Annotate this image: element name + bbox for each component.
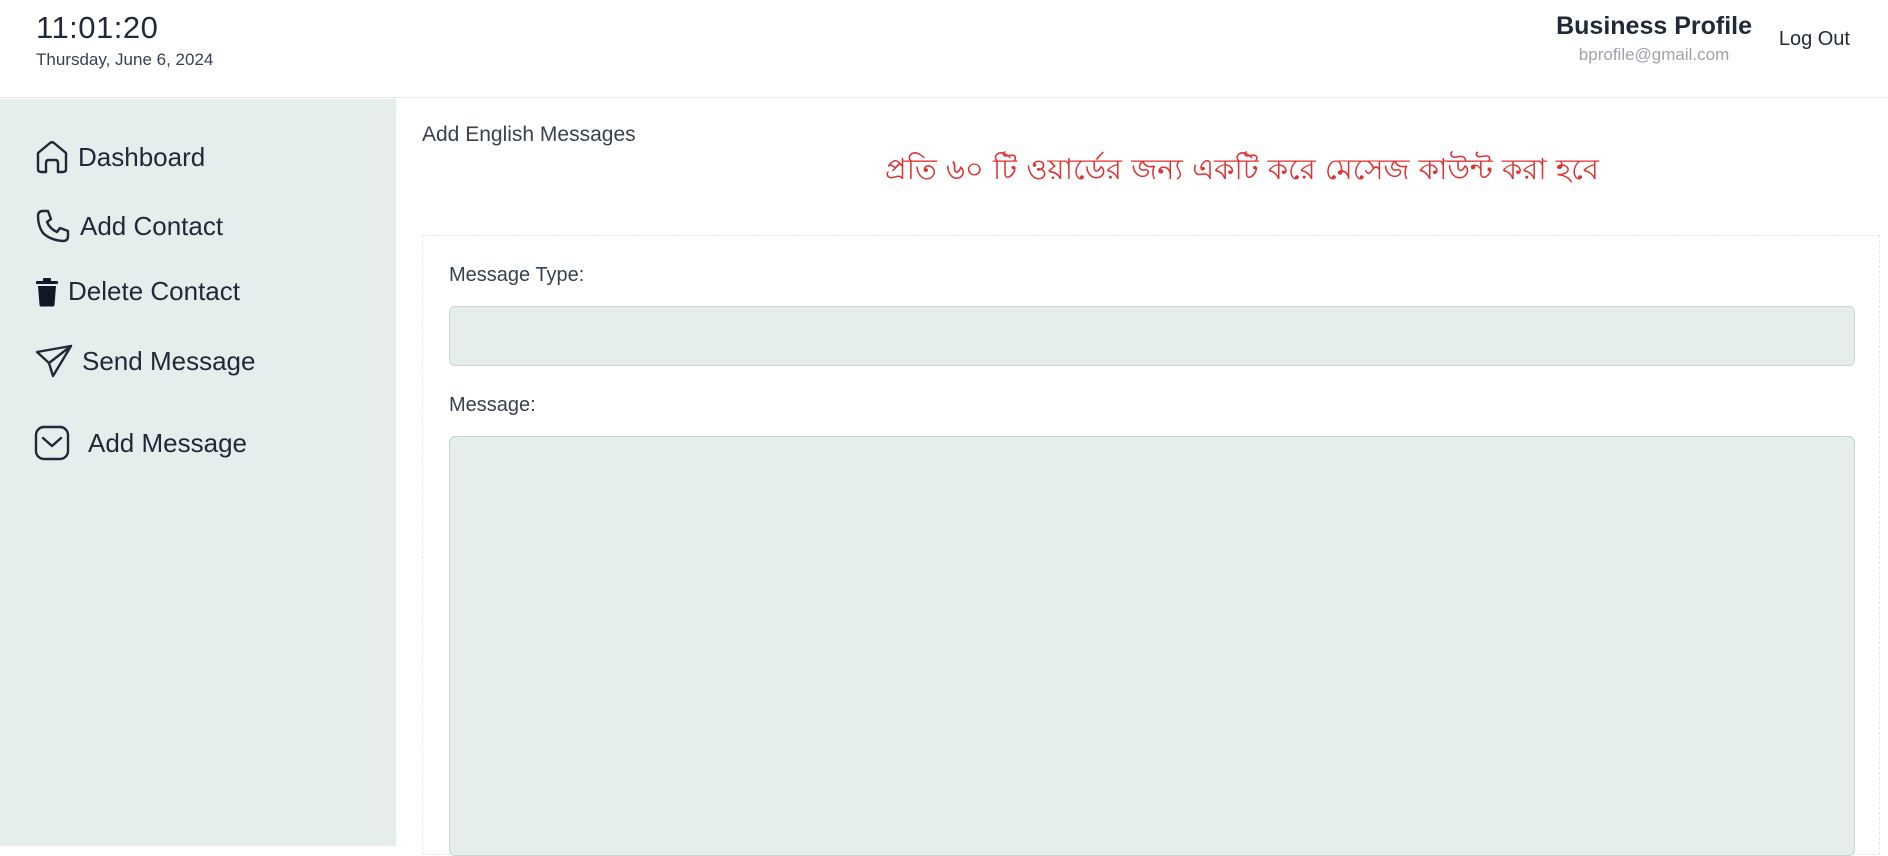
sidebar-item-label: Add Message bbox=[88, 427, 247, 458]
clock-time: 11:01:20 bbox=[36, 10, 159, 45]
message-form: Message Type: Message: bbox=[422, 235, 1880, 856]
message-label: Message: bbox=[449, 394, 536, 416]
main-content: Add English Messages প্রতি ৬০ টি ওয়ার্ড… bbox=[396, 99, 1888, 856]
page-title: Add English Messages bbox=[422, 123, 636, 146]
message-type-input[interactable] bbox=[449, 306, 1855, 366]
send-icon bbox=[34, 343, 74, 379]
sidebar-item-label: Delete Contact bbox=[68, 276, 240, 306]
sidebar-item-delete-contact[interactable]: Delete Contact bbox=[34, 276, 240, 307]
sidebar-item-label: Dashboard bbox=[78, 141, 206, 172]
sidebar: Dashboard Add Contact Delete Contact Sen… bbox=[0, 99, 396, 846]
clock: 11:01:20 Thursday, June 6, 2024 bbox=[36, 10, 213, 70]
profile-info: Business Profile bprofile@gmail.com bbox=[1556, 12, 1752, 65]
sidebar-item-add-contact[interactable]: Add Contact bbox=[34, 207, 223, 245]
message-type-label: Message Type: bbox=[449, 264, 585, 286]
sidebar-item-dashboard[interactable]: Dashboard bbox=[34, 139, 205, 175]
home-icon bbox=[34, 139, 70, 175]
message-icon bbox=[34, 425, 70, 461]
top-header: 11:01:20 Thursday, June 6, 2024 Business… bbox=[0, 0, 1888, 98]
phone-icon bbox=[34, 207, 72, 245]
sidebar-item-add-message[interactable]: Add Message bbox=[34, 425, 247, 461]
profile-email: bprofile@gmail.com bbox=[1578, 45, 1730, 64]
sidebar-item-label: Send Message bbox=[82, 345, 256, 376]
word-count-notice: প্রতি ৬০ টি ওয়ার্ডের জন্য একটি করে মেসে… bbox=[885, 152, 1599, 186]
sidebar-item-send-message[interactable]: Send Message bbox=[34, 343, 255, 379]
message-textarea[interactable] bbox=[449, 436, 1855, 856]
clock-date: Thursday, June 6, 2024 bbox=[36, 50, 214, 69]
sidebar-item-label: Add Contact bbox=[80, 210, 224, 241]
trash-icon bbox=[34, 277, 60, 307]
logout-button[interactable]: Log Out bbox=[1779, 28, 1850, 51]
profile-name: Business Profile bbox=[1556, 12, 1752, 40]
